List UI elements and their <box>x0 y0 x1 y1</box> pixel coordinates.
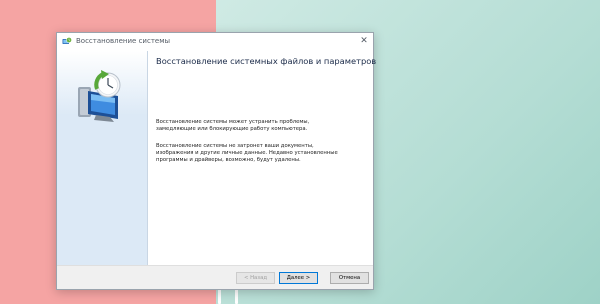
warning-paragraph: Восстановление системы не затронет ваши … <box>156 143 366 164</box>
next-button[interactable]: Далее > <box>279 272 318 284</box>
warning-line: изображения и другие личные данные. Неда… <box>156 150 338 156</box>
back-button[interactable]: < Назад <box>236 272 275 284</box>
window-title: Восстановление системы <box>76 37 171 45</box>
description-line: Восстановление системы может устранить п… <box>156 119 310 125</box>
page-title: Восстановление системных файлов и параме… <box>156 56 377 66</box>
wizard-content: Восстановление системных файлов и параме… <box>156 51 377 261</box>
warning-line: Восстановление системы не затронет ваши … <box>156 143 314 149</box>
description-paragraph: Восстановление системы может устранить п… <box>156 119 366 133</box>
warning-line: программы и драйверы, возможно, будут уд… <box>156 157 301 163</box>
title-bar[interactable]: Восстановление системы ✕ <box>57 33 373 51</box>
wizard-sidebar <box>57 51 148 265</box>
wizard-footer: < Назад Далее > Отмена <box>57 265 373 289</box>
system-restore-icon <box>62 37 72 44</box>
description-line: замедляющие или блокирующие работу компь… <box>156 126 308 132</box>
cancel-button[interactable]: Отмена <box>330 272 369 284</box>
system-restore-dialog: Восстановление системы ✕ Восстановление … <box>56 32 377 290</box>
system-restore-clock-icon <box>78 70 121 122</box>
close-button[interactable]: ✕ <box>356 34 372 49</box>
desktop-background: Восстановление системы ✕ Восстановление … <box>0 0 600 304</box>
